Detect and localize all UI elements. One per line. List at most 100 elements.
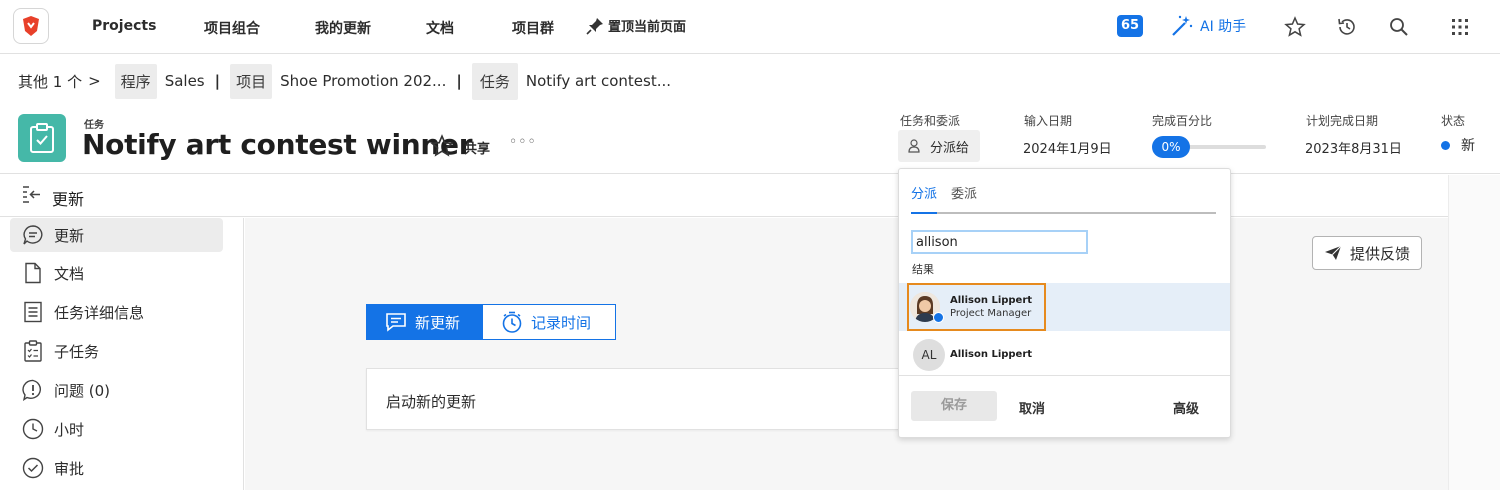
advanced-button[interactable]: 高级 — [1173, 398, 1199, 417]
breadcrumb-program-tag: 程序 — [114, 63, 157, 99]
updates-bar-title: 更新 — [52, 190, 85, 209]
sidebar-item-label: 文档 — [54, 264, 85, 283]
entry-date-label: 输入日期 — [1024, 114, 1073, 128]
update-mode-tabs: 新更新 记录时间 — [366, 304, 616, 340]
ai-assistant-button[interactable]: AI 助手 — [1170, 14, 1246, 38]
assign-popover: 分派 委派 结果 Allison Lippert Project Manager… — [898, 168, 1231, 438]
tab-new-update-label: 新更新 — [415, 313, 461, 332]
right-panel-edge — [1448, 175, 1500, 490]
assignments-label: 任务和委派 — [900, 114, 961, 128]
avatar-initials: AL — [913, 339, 945, 371]
assign-to-button[interactable]: 分派给 — [898, 130, 980, 162]
tab-active-indicator — [911, 212, 937, 214]
planned-completion-value: 2023年8月31日 — [1305, 142, 1402, 157]
nav-portfolios[interactable]: 项目组合 — [204, 18, 260, 38]
sidebar-item-label: 任务详细信息 — [54, 303, 145, 322]
collapse-panel-icon[interactable] — [20, 184, 44, 210]
clock-icon — [22, 418, 44, 440]
stopwatch-icon — [502, 311, 522, 333]
pin-icon — [586, 17, 603, 35]
breadcrumb-task-link[interactable]: Notify art contest... — [526, 72, 671, 90]
search-icon[interactable] — [1387, 15, 1411, 39]
nav-documents[interactable]: 文档 — [426, 18, 454, 38]
feedback-label: 提供反馈 — [1349, 244, 1410, 263]
sidebar-item-issues[interactable]: 问题 (0) — [10, 373, 223, 407]
tab-log-time-label: 记录时间 — [531, 313, 592, 332]
favorite-star-icon[interactable] — [1283, 15, 1307, 39]
result-name: Allison Lippert — [950, 349, 1033, 360]
user-icon — [908, 139, 920, 153]
sidebar: 更新 文档 任务详细信息 子任务 问题 (0) 小时 审批 — [0, 218, 244, 490]
nav-programs[interactable]: 项目群 — [512, 18, 554, 38]
status-label: 状态 — [1441, 114, 1466, 128]
tab-assign[interactable]: 分派 — [911, 183, 937, 202]
page: Projects 项目组合 我的更新 文档 项目群 置顶当前页面 65 AI 助… — [0, 0, 1500, 490]
sidebar-item-approvals[interactable]: 审批 — [10, 451, 223, 485]
send-icon — [1324, 245, 1342, 260]
popover-divider — [899, 375, 1230, 376]
new-update-input[interactable]: 启动新的更新 — [366, 368, 926, 430]
app-grid-icon[interactable] — [1448, 15, 1472, 39]
result-name: Allison Lippert — [950, 295, 1033, 306]
new-update-placeholder: 启动新的更新 — [386, 393, 477, 411]
tab-log-time[interactable]: 记录时间 — [483, 304, 616, 340]
pin-page-button[interactable]: 置顶当前页面 — [586, 16, 686, 35]
sidebar-item-label: 更新 — [54, 226, 85, 245]
result-role: Project Manager — [950, 308, 1032, 319]
tab-new-update[interactable]: 新更新 — [366, 304, 483, 340]
sidebar-item-label: 小时 — [54, 420, 85, 439]
result-item[interactable]: AL Allison Lippert — [899, 336, 1230, 376]
nav-my-updates[interactable]: 我的更新 — [315, 18, 371, 38]
chat-bubble-icon — [23, 225, 43, 245]
task-clipboard-icon — [18, 114, 66, 162]
notification-badge[interactable]: 65 — [1117, 15, 1143, 37]
sidebar-item-hours[interactable]: 小时 — [10, 412, 223, 446]
sidebar-item-label: 审批 — [54, 459, 85, 478]
task-details-icon — [24, 301, 42, 323]
status-dot-icon — [1441, 141, 1450, 150]
document-icon — [25, 262, 41, 284]
percent-complete-pill[interactable]: 0% — [1152, 136, 1190, 158]
breadcrumb-more[interactable]: 其他 1 个 — [18, 71, 82, 92]
breadcrumb-separator: | — [214, 72, 221, 90]
sidebar-item-updates[interactable]: 更新 — [10, 218, 223, 252]
new-update-icon — [386, 313, 406, 332]
save-button[interactable]: 保存 — [911, 391, 997, 421]
more-options-icon[interactable]: ◦◦◦ — [509, 134, 537, 150]
task-header: 任务 Notify art contest winner 共享 ◦◦◦ 任务和委… — [0, 104, 1500, 174]
entry-date-value: 2024年1月9日 — [1023, 142, 1112, 157]
favorite-task-star-icon[interactable] — [430, 134, 454, 162]
role-badge-icon — [933, 312, 944, 323]
magic-wand-icon — [1172, 15, 1193, 36]
checklist-icon — [24, 340, 42, 362]
nav-projects[interactable]: Projects — [92, 18, 156, 34]
sidebar-item-label: 子任务 — [54, 342, 100, 361]
sidebar-item-documents[interactable]: 文档 — [10, 256, 223, 290]
breadcrumb-program-link[interactable]: Sales — [165, 72, 205, 90]
tab-divider — [911, 212, 1216, 214]
tab-delegate[interactable]: 委派 — [951, 183, 977, 202]
app-logo-icon[interactable] — [13, 8, 49, 44]
share-button[interactable]: 共享 — [464, 138, 490, 157]
history-icon[interactable] — [1335, 15, 1359, 39]
result-item-selected[interactable]: Allison Lippert Project Manager — [899, 283, 1230, 331]
feedback-button[interactable]: 提供反馈 — [1312, 236, 1422, 270]
percent-complete-track — [1186, 145, 1266, 149]
sidebar-item-subtasks[interactable]: 子任务 — [10, 334, 223, 368]
ai-assistant-label: AI 助手 — [1200, 19, 1247, 35]
sidebar-item-task-details[interactable]: 任务详细信息 — [10, 295, 223, 329]
updates-bar: 更新 — [0, 175, 1500, 217]
breadcrumb-task-tag: 任务 — [471, 62, 518, 100]
status-value[interactable]: 新 — [1461, 135, 1475, 155]
page-title: Notify art contest winner — [82, 128, 473, 161]
assign-to-label: 分派给 — [930, 140, 970, 156]
cancel-button[interactable]: 取消 — [1019, 398, 1045, 417]
breadcrumb-project-link[interactable]: Shoe Promotion 202... — [280, 72, 446, 90]
approval-icon — [22, 457, 44, 479]
breadcrumb: 其他 1 个 > 程序 Sales | 项目 Shoe Promotion 20… — [18, 62, 671, 100]
assignee-search-input[interactable] — [911, 230, 1088, 254]
pin-page-label: 置顶当前页面 — [608, 20, 687, 35]
breadcrumb-chevron: > — [88, 72, 101, 90]
results-label: 结果 — [912, 263, 934, 276]
breadcrumb-project-tag: 项目 — [230, 63, 273, 99]
